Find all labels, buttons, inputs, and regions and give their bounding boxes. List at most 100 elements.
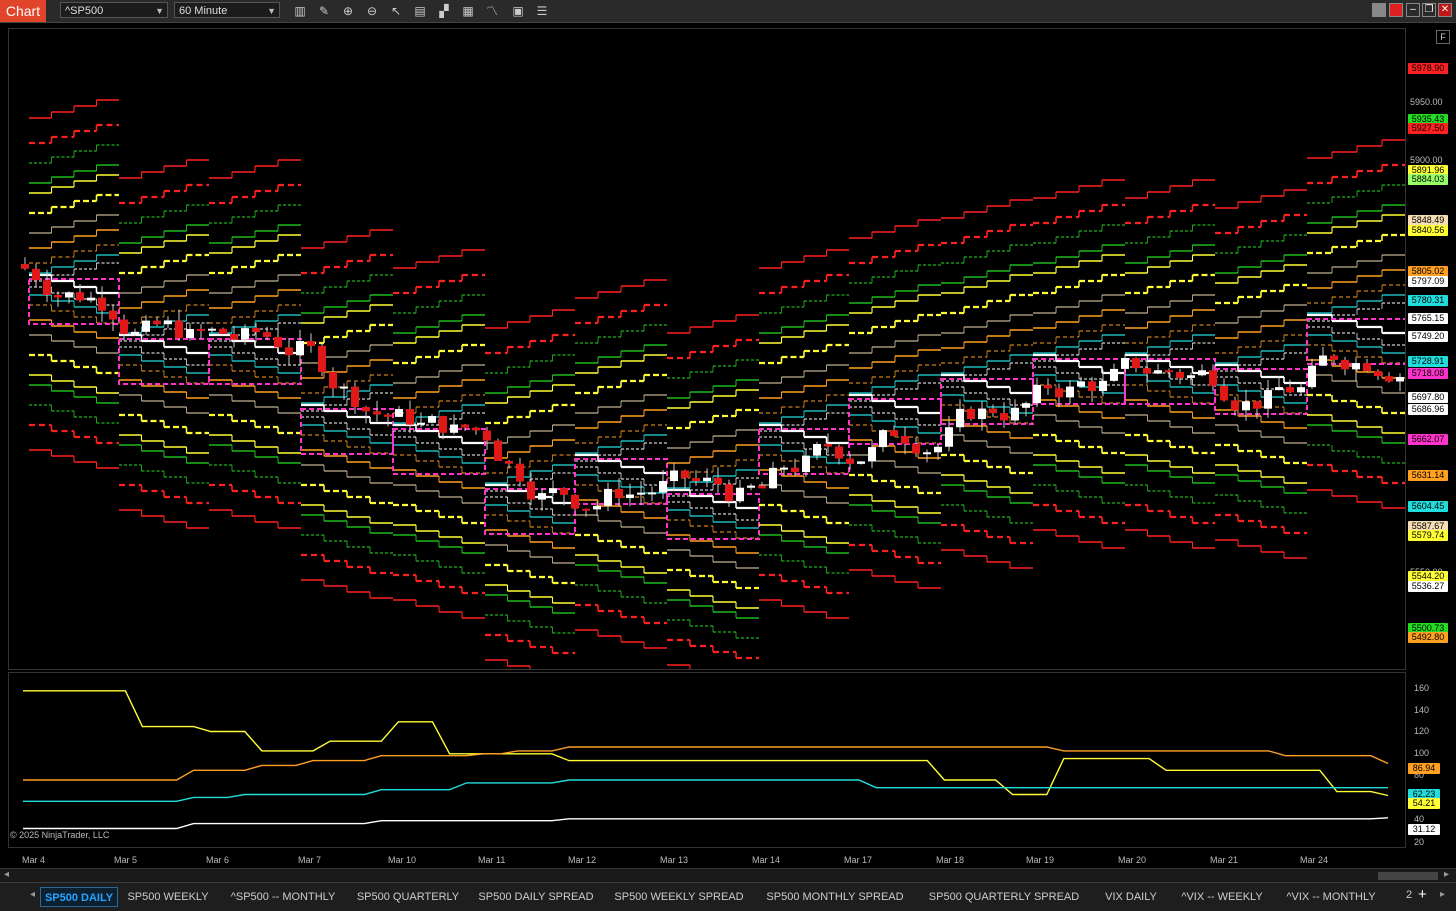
candle-body [1121,358,1129,369]
indicator-panel[interactable] [8,672,1406,848]
candle-body [901,436,909,444]
properties-icon[interactable]: ▣ [510,3,526,19]
candle-body [1000,413,1008,421]
tab-vix-monthly[interactable]: ^VIX -- MONTHLY [1277,887,1385,907]
tab-overflow-count[interactable]: 2 [1406,889,1412,901]
candle-body [450,424,458,433]
candle-body [615,488,623,499]
candle-body [549,488,557,494]
indicator-marker-label: 31.12 [1408,824,1440,835]
indicator-tick-label: 100 [1414,748,1430,758]
add-tab-button[interactable]: + [1418,886,1427,903]
indicator-line-cyan [23,779,1388,803]
candle-body [1209,370,1217,386]
candle-body [989,408,997,414]
chevron-down-icon: ▼ [267,6,276,16]
candle-body [252,328,260,333]
indicator-marker-label: 86.94 [1408,763,1440,774]
restore-button[interactable]: ❐ [1422,3,1436,17]
zoom-out-icon[interactable]: ⊖ [364,3,380,19]
tab-vix-daily[interactable]: VIX DAILY [1094,887,1168,907]
date-axis-label: Mar 10 [388,855,417,865]
draw-pencil-icon[interactable]: ✎ [316,3,332,19]
candle-body [604,488,612,506]
tab-scroll-left-icon[interactable]: ◂ [30,889,35,900]
candle-body [857,461,865,464]
pointer-icon[interactable]: ↖ [388,3,404,19]
candle-body [175,320,183,339]
candle-body [285,347,293,356]
interval-selector[interactable]: 60 Minute ▼ [174,2,280,18]
tab-sp500-monthly[interactable]: ^SP500 -- MONTHLY [220,887,346,907]
tab-sp500-weekly[interactable]: SP500 WEEKLY [120,887,216,907]
zoom-in-icon[interactable]: ⊕ [340,3,356,19]
tab-sp500-daily[interactable]: SP500 DAILY [40,887,118,907]
chart-style-icon[interactable]: ▞ [436,3,452,19]
minimize-button[interactable]: – [1406,3,1420,17]
candle-body [879,430,887,448]
tab-sp500-daily-spread[interactable]: SP500 DAILY SPREAD [470,887,602,907]
tab-vix-weekly[interactable]: ^VIX -- WEEKLY [1170,887,1274,907]
candle-body [241,328,249,340]
indicator-line-orange [23,746,1389,781]
candle-body [494,440,502,461]
candle-body [109,310,117,320]
f-button[interactable]: F [1436,30,1450,44]
candle-body [340,386,348,389]
indicator-marker-label: 54.21 [1408,798,1440,809]
date-axis-label: Mar 12 [568,855,597,865]
price-marker-label: 5840.56 [1408,225,1448,236]
copyright-text: © 2025 NinjaTrader, LLC [10,830,110,840]
candle-body [835,446,843,459]
candle-body [505,460,513,464]
tab-sp500-quarterly[interactable]: SP500 QUARTERLY [350,887,466,907]
candle-body [725,484,733,502]
horizontal-scrollbar[interactable]: ◂ ▸ [0,868,1456,883]
window-color-icon[interactable] [1372,3,1386,17]
chevron-down-icon: ▼ [155,6,164,16]
candle-body [1143,368,1151,374]
candle-body [428,416,436,423]
date-axis-label: Mar 13 [660,855,689,865]
indicator-icon[interactable]: ▦ [460,3,476,19]
tab-sp500-quarterly-spread[interactable]: SP500 QUARTERLY SPREAD [918,887,1090,907]
price-marker-label: 5697.80 [1408,392,1448,403]
candle-body [1187,375,1195,378]
candle-body [637,492,645,495]
scroll-right-icon[interactable]: ▸ [1444,869,1449,880]
indicator-chart-svg [23,690,1389,830]
tab-sp500-monthly-spread[interactable]: SP500 MONTHLY SPREAD [756,887,914,907]
tab-scroll-right-icon[interactable]: ▸ [1440,889,1445,900]
candle-body [1385,376,1393,382]
instrument-selector[interactable]: ^SP500 ▼ [60,2,168,18]
candle-body [934,446,942,453]
candle-body [263,332,271,337]
price-panel[interactable] [8,28,1406,670]
candle-body [1033,384,1041,404]
date-axis-label: Mar 5 [114,855,138,865]
candle-body [417,422,425,425]
candle-body [1363,363,1371,372]
candle-body [1319,355,1327,366]
date-axis-label: Mar 7 [298,855,322,865]
scroll-left-icon[interactable]: ◂ [4,869,9,880]
data-box-icon[interactable]: ▤ [412,3,428,19]
window-link-icon[interactable] [1389,3,1403,17]
date-axis-label: Mar 6 [206,855,230,865]
list-icon[interactable]: ☰ [534,3,550,19]
tab-sp500-weekly-spread[interactable]: SP500 WEEKLY SPREAD [605,887,753,907]
price-marker-label: 5780.31 [1408,295,1448,306]
close-button[interactable]: ✕ [1438,3,1452,17]
indicator-line-white [23,817,1389,830]
indicator-tick-label: 160 [1414,683,1430,693]
bar-type-icon[interactable]: ▥ [292,3,308,19]
candlesticks [21,257,1404,517]
candle-body [318,346,326,373]
date-axis-label: Mar 14 [752,855,781,865]
scroll-thumb[interactable] [1378,872,1438,880]
candle-body [296,341,304,356]
strategy-icon[interactable]: 〽 [484,3,500,19]
candle-body [131,331,139,335]
candle-body [1297,387,1305,393]
price-marker-label: 5765.15 [1408,313,1448,324]
